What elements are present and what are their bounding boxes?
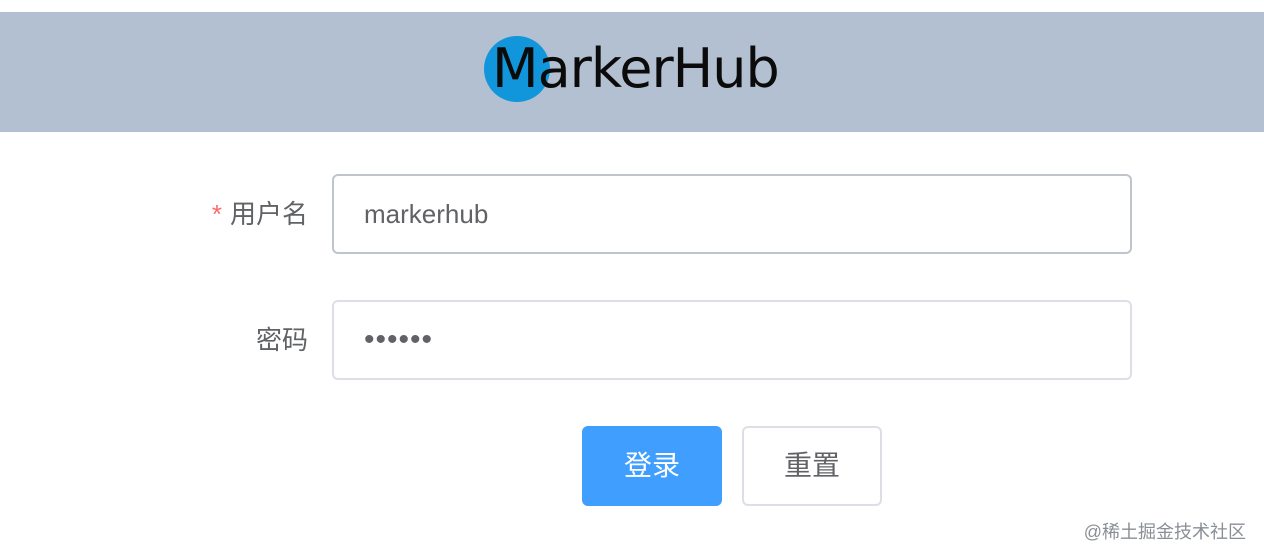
username-row: * 用户名: [0, 174, 1264, 254]
login-page: MarkerHub *用户名 密码 登录 重置 @稀土掘金技术社区: [0, 0, 1264, 560]
password-input[interactable]: [332, 300, 1132, 380]
logo: MarkerHub: [484, 34, 784, 104]
reset-button[interactable]: 重置: [742, 426, 882, 506]
username-label: 用户名: [229, 199, 308, 229]
logo-text: MarkerHub: [492, 37, 780, 100]
username-label-wrap: * 用户名: [212, 174, 308, 254]
required-star: *: [211, 199, 222, 229]
watermark: @稀土掘金技术社区: [1083, 522, 1246, 542]
header-bar: MarkerHub: [0, 12, 1264, 132]
login-button[interactable]: 登录: [582, 426, 722, 506]
password-label: 密码: [255, 325, 308, 355]
password-row: 密码: [0, 300, 1264, 380]
username-input[interactable]: [332, 174, 1132, 254]
password-label-wrap: 密码: [256, 300, 308, 380]
